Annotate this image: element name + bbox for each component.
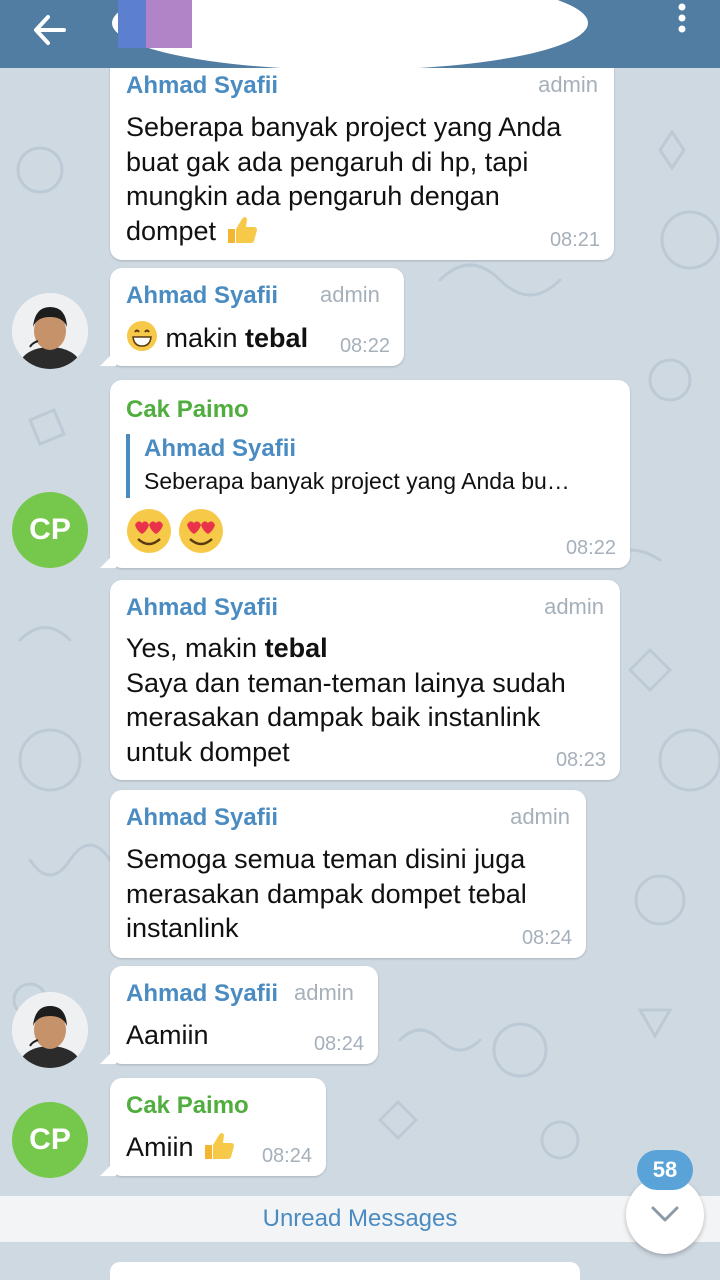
unread-count-badge: 58	[637, 1150, 693, 1190]
grinning-face-icon	[127, 321, 157, 351]
top-app-bar	[0, 0, 720, 68]
sender-name[interactable]: Ahmad Syafii	[126, 594, 278, 622]
message-time: 08:22	[339, 335, 390, 357]
admin-badge: admin	[510, 804, 570, 829]
sender-name[interactable]: Ahmad Syafii	[126, 282, 278, 310]
message-bubble[interactable]: Ahmad Syafii admin Seberapa banyak proje…	[110, 62, 614, 260]
unread-messages-divider: Unread Messages	[0, 1196, 720, 1242]
avatar-cak-paimo[interactable]: CP	[12, 492, 88, 568]
admin-badge: admin	[544, 594, 604, 619]
message-bubble[interactable]: Cak Paimo Ahmad Syafii Seberapa banyak p…	[110, 380, 630, 568]
message-bubble[interactable]: Ahmad Syafii admin makin tebal 08:22	[110, 268, 404, 366]
profile-photo	[12, 293, 88, 369]
sender-name[interactable]: Cak Paimo	[126, 396, 249, 424]
message-text: Aamiin	[126, 1020, 209, 1050]
reply-sender: Ahmad Syafii	[144, 435, 297, 462]
chevron-down-icon	[651, 1206, 679, 1222]
more-options-button[interactable]	[670, 2, 694, 38]
reply-text: Seberapa banyak project yang Anda bu…	[144, 468, 570, 494]
message-time: 08:24	[313, 1033, 364, 1055]
avatar-cak-paimo[interactable]: CP	[12, 1102, 88, 1178]
admin-badge: admin	[538, 72, 598, 97]
message-time: 08:22	[565, 537, 616, 559]
profile-photo	[12, 992, 88, 1068]
message-text: makin tebal	[126, 320, 308, 356]
message-text: Seberapa banyak project yang Anda buat g…	[126, 112, 562, 246]
more-vertical-icon	[678, 3, 686, 33]
message-time: 08:21	[549, 229, 600, 251]
sender-name[interactable]: Ahmad Syafii	[126, 72, 278, 100]
message-time: 08:23	[555, 749, 606, 771]
sender-name[interactable]: Cak Paimo	[126, 1092, 249, 1120]
message-text: Semoga semua teman disini juga merasakan…	[126, 844, 527, 943]
message-bubble[interactable]: Ahmad Syafii admin Yes, makin tebal Saya…	[110, 580, 620, 780]
message-time: 08:24	[261, 1145, 312, 1167]
heart-eyes-icon	[127, 509, 223, 553]
arrow-left-icon	[34, 15, 66, 45]
next-message-area	[0, 1242, 720, 1280]
avatar-ahmad-syafii[interactable]	[12, 293, 88, 369]
sender-name[interactable]: Ahmad Syafii	[126, 804, 278, 832]
sender-name[interactable]: Ahmad Syafii	[126, 980, 278, 1008]
message-bubble[interactable]: Ahmad Syafii admin Semoga semua teman di…	[110, 790, 586, 958]
message-bubble[interactable]: Cak Paimo Amiin 08:24	[110, 1078, 326, 1176]
back-button[interactable]	[28, 8, 72, 52]
reply-preview[interactable]: Ahmad Syafii Seberapa banyak project yan…	[126, 434, 570, 498]
message-bubble[interactable]: Ahmad Syafii admin Aamiin 08:24	[110, 966, 378, 1064]
message-text: Amiin	[126, 1130, 235, 1165]
message-emoji	[126, 508, 226, 559]
redacted-chat-title	[112, 0, 588, 68]
admin-badge: admin	[294, 980, 354, 1005]
message-time: 08:24	[521, 927, 572, 949]
avatar-ahmad-syafii[interactable]	[12, 992, 88, 1068]
message-text: Yes, makin tebal Saya dan teman-teman la…	[126, 633, 566, 767]
admin-badge: admin	[320, 282, 380, 307]
thumbs-up-icon	[205, 1133, 235, 1159]
thumbs-up-icon	[227, 216, 257, 243]
